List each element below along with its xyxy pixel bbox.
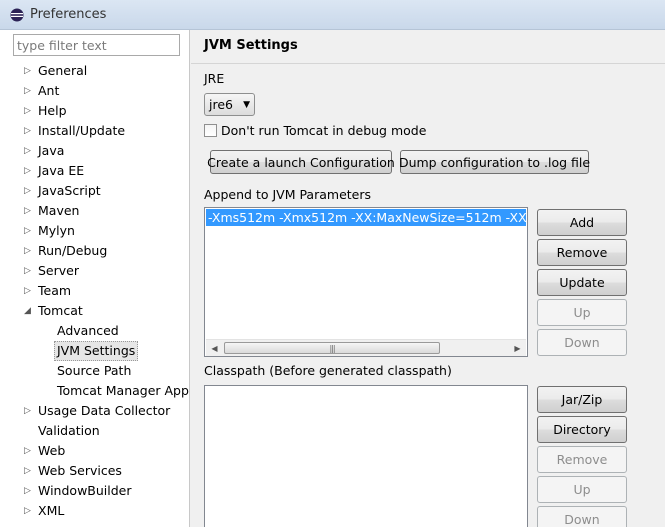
expand-arrow-icon[interactable]: ▷	[24, 481, 34, 501]
tree-item[interactable]: ▷ JavaScript	[0, 181, 190, 201]
expand-arrow-icon[interactable]: ▷	[24, 161, 34, 181]
debug-mode-checkbox[interactable]	[204, 124, 217, 137]
tree-item[interactable]: ▷ Team	[0, 281, 190, 301]
collapse-arrow-icon[interactable]: ◢	[24, 301, 34, 321]
filter-input[interactable]	[13, 34, 180, 56]
tree-item[interactable]: ▷ Usage Data Collector	[0, 401, 190, 421]
classpath-list[interactable]	[204, 385, 528, 527]
tree-item-label: Usage Data Collector	[38, 403, 171, 418]
tree-item[interactable]: ▷ Maven	[0, 201, 190, 221]
expand-arrow-icon[interactable]: ▷	[24, 61, 34, 81]
list-item[interactable]: -Xms512m -Xmx512m -XX:MaxNewSize=512m -X…	[206, 209, 526, 226]
tree-item-label: XML	[38, 503, 65, 518]
tree-item-label: Install/Update	[38, 123, 126, 138]
window-titlebar: Preferences	[0, 0, 665, 30]
tree-item[interactable]: ▷ General	[0, 61, 190, 81]
tree-item[interactable]: ▷ Web	[0, 441, 190, 461]
expand-arrow-icon[interactable]: ▷	[24, 501, 34, 521]
tree-item-label: Ant	[38, 83, 60, 98]
expand-arrow-icon[interactable]: ▷	[24, 261, 34, 281]
expand-arrow-icon[interactable]: ▷	[24, 221, 34, 241]
expand-arrow-icon[interactable]: ▷	[24, 461, 34, 481]
dump-config-button[interactable]: Dump configuration to .log file	[399, 150, 590, 174]
chevron-down-icon: ▼	[243, 99, 250, 110]
add-directory-button[interactable]: Directory	[537, 416, 627, 443]
add-jarzip-button[interactable]: Jar/Zip	[537, 386, 627, 413]
classpath-label: Classpath (Before generated classpath)	[204, 363, 452, 378]
preference-tree-panel: ▷ General ▷ Ant ▷ Help ▷ Install/Update ▷ Java ▷ Ja…	[0, 30, 190, 527]
tree-item[interactable]: ◢ Tomcat	[0, 301, 190, 321]
scroll-left-icon[interactable]: ◀	[206, 340, 223, 356]
create-launch-config-button[interactable]: Create a launch Configuration	[207, 150, 395, 174]
remove-param-button[interactable]: Remove	[537, 239, 627, 266]
add-param-button[interactable]: Add	[537, 209, 627, 236]
move-classpath-down-button[interactable]: Down	[537, 506, 627, 527]
tree-item-label: WindowBuilder	[38, 483, 132, 498]
tree-item[interactable]: ▷ Java EE	[0, 161, 190, 181]
tree-item-label: JavaScript	[38, 183, 101, 198]
tree-item-label: Web	[38, 443, 66, 458]
tree-item[interactable]: ▷ Help	[0, 101, 190, 121]
expand-arrow-icon[interactable]: ▷	[24, 181, 34, 201]
jre-select[interactable]: jre6 ▼	[204, 93, 255, 116]
tree-item[interactable]: ▷ Web Services	[0, 461, 190, 481]
jvm-params-label: Append to JVM Parameters	[204, 187, 372, 202]
tree-item[interactable]: ▷ Install/Update	[0, 121, 190, 141]
tree-item[interactable]: Advanced	[0, 321, 190, 341]
eclipse-icon	[10, 8, 24, 22]
tree-item-label: Team	[38, 283, 72, 298]
expand-arrow-icon[interactable]: ▷	[24, 241, 34, 261]
tree-item[interactable]: ▷ Server	[0, 261, 190, 281]
tree-item-label: Help	[38, 103, 67, 118]
tree-item-label: Mylyn	[38, 223, 75, 238]
tree-item-label: Tomcat Manager App	[57, 383, 189, 398]
tree-item-label: Maven	[38, 203, 80, 218]
horizontal-scrollbar[interactable]: ◀ ||| ▶	[206, 339, 526, 356]
tree-item[interactable]: Validation	[0, 421, 190, 441]
expand-arrow-icon[interactable]: ▷	[24, 441, 34, 461]
tree-item-label: Tomcat	[38, 303, 83, 318]
tree-item-label: Source Path	[57, 363, 132, 378]
move-param-down-button[interactable]: Down	[537, 329, 627, 356]
move-classpath-up-button[interactable]: Up	[537, 476, 627, 503]
tree-item-label: Run/Debug	[38, 243, 108, 258]
window-title: Preferences	[30, 7, 107, 22]
tree-item[interactable]: JVM Settings	[0, 341, 190, 361]
tree-item[interactable]: Source Path	[0, 361, 190, 381]
expand-arrow-icon[interactable]: ▷	[24, 121, 34, 141]
expand-arrow-icon[interactable]: ▷	[24, 201, 34, 221]
tree-item[interactable]: ▷ XML	[0, 501, 190, 521]
jvm-settings-page: JVM Settings JRE jre6 ▼ Don't run Tomcat…	[191, 30, 665, 527]
scroll-thumb[interactable]: |||	[224, 342, 440, 354]
move-param-up-button[interactable]: Up	[537, 299, 627, 326]
tree-item-label: Validation	[38, 423, 100, 438]
tree-item-label: Java EE	[38, 163, 85, 178]
tree-item-label: Advanced	[57, 323, 119, 338]
expand-arrow-icon[interactable]: ▷	[24, 401, 34, 421]
update-param-button[interactable]: Update	[537, 269, 627, 296]
jvm-params-list[interactable]: -Xms512m -Xmx512m -XX:MaxNewSize=512m -X…	[204, 207, 528, 357]
remove-classpath-button[interactable]: Remove	[537, 446, 627, 473]
tree-item[interactable]: ▷ WindowBuilder	[0, 481, 190, 501]
expand-arrow-icon[interactable]: ▷	[24, 101, 34, 121]
expand-arrow-icon[interactable]: ▷	[24, 141, 34, 161]
tree-item-label: General	[38, 63, 88, 78]
scroll-right-icon[interactable]: ▶	[509, 340, 526, 356]
tree-item-label: JVM Settings	[54, 341, 139, 361]
debug-mode-label: Don't run Tomcat in debug mode	[221, 123, 427, 138]
tree-item[interactable]: Tomcat Manager App	[0, 381, 190, 401]
jre-label: JRE	[204, 71, 225, 86]
tree-item[interactable]: ▷ Run/Debug	[0, 241, 190, 261]
tree-item-label: Web Services	[38, 463, 122, 478]
tree-item[interactable]: ▷ Mylyn	[0, 221, 190, 241]
expand-arrow-icon[interactable]: ▷	[24, 81, 34, 101]
tree-item-label: Server	[38, 263, 79, 278]
page-title: JVM Settings	[204, 38, 298, 53]
tree-item-label: Java	[38, 143, 65, 158]
title-separator	[191, 63, 665, 64]
tree-item[interactable]: ▷ Java	[0, 141, 190, 161]
tree-item[interactable]: ▷ Ant	[0, 81, 190, 101]
jre-select-value: jre6	[209, 97, 233, 112]
expand-arrow-icon[interactable]: ▷	[24, 281, 34, 301]
